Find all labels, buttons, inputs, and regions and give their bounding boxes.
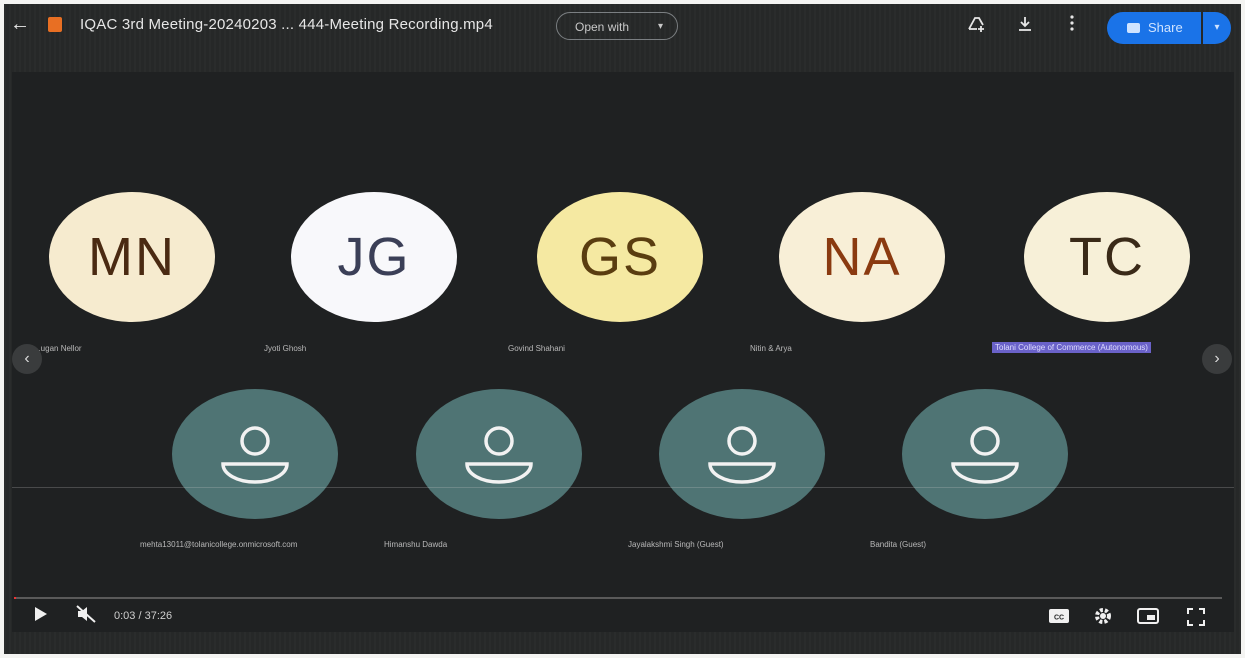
miniplayer-icon[interactable]: [1134, 607, 1162, 629]
svg-text:CC: CC: [1054, 615, 1064, 622]
share-label: Share: [1148, 20, 1183, 35]
participant-avatar: TC: [1024, 192, 1190, 322]
participant-name: mehta13011@tolanicollege.onmicrosoft.com: [140, 540, 298, 549]
guest-avatar: [172, 389, 338, 519]
participant-avatar: JG: [291, 192, 457, 322]
guest-avatar: [416, 389, 582, 519]
avatar-initials: MN: [88, 227, 176, 287]
chevron-down-icon: ▾: [657, 21, 663, 32]
guest-avatar: [659, 389, 825, 519]
progress-fill: [14, 597, 16, 599]
open-with-label: Open with: [575, 20, 630, 34]
settings-gear-icon[interactable]: [1091, 606, 1115, 630]
participant-name: ...ugan Nellor: [34, 344, 82, 353]
fullscreen-icon[interactable]: [1184, 607, 1208, 629]
play-icon[interactable]: [28, 604, 52, 628]
person-icon: [708, 426, 776, 484]
person-icon: [221, 426, 289, 484]
video-frame[interactable]: MN ...ugan Nellor JG Jyoti Ghosh GS Govi…: [12, 72, 1234, 632]
more-vert-icon[interactable]: [1061, 14, 1083, 36]
download-icon[interactable]: [1014, 14, 1036, 36]
participant-name-highlighted: Tolani College of Commerce (Autonomous): [992, 342, 1151, 353]
video-file-icon: [48, 17, 62, 32]
next-page-chevron-icon[interactable]: ›: [1202, 344, 1232, 374]
scan-artifact-line: [12, 487, 1234, 488]
time-display: 0:03 / 37:26: [114, 610, 173, 622]
participant-name: Nitin & Arya: [750, 344, 792, 353]
captions-icon[interactable]: CC: [1047, 608, 1071, 628]
participant-name: Govind Shahani: [508, 344, 565, 353]
avatar-initials: GS: [578, 227, 662, 287]
guest-avatar: [902, 389, 1068, 519]
participant-avatar: GS: [537, 192, 703, 322]
file-title: IQAC 3rd Meeting-20240203 ... 444-Meetin…: [80, 16, 493, 33]
progress-bar[interactable]: [14, 597, 1222, 599]
participant-name: Jyoti Ghosh: [264, 344, 307, 353]
volume-muted-icon[interactable]: [74, 604, 98, 628]
participant-name: Jayalakshmi Singh (Guest): [628, 540, 724, 549]
share-options-chevron-icon[interactable]: ▾: [1203, 12, 1231, 44]
avatar-initials: NA: [822, 227, 902, 287]
participant-name: Himanshu Dawda: [384, 540, 448, 549]
top-bar: ← IQAC 3rd Meeting-20240203 ... 444-Meet…: [4, 4, 1241, 48]
participant-avatar: MN: [49, 192, 215, 322]
back-arrow-icon[interactable]: ←: [8, 12, 32, 36]
add-to-drive-icon[interactable]: [965, 14, 987, 36]
share-button[interactable]: Share: [1107, 12, 1201, 44]
drive-video-viewer: ← IQAC 3rd Meeting-20240203 ... 444-Meet…: [4, 4, 1241, 654]
avatar-initials: JG: [337, 227, 411, 287]
share-people-icon: [1127, 23, 1140, 33]
participant-name: Bandita (Guest): [870, 540, 927, 549]
previous-page-chevron-icon[interactable]: ‹: [12, 344, 42, 374]
open-with-button[interactable]: Open with ▾: [556, 12, 678, 40]
participant-avatar: NA: [779, 192, 945, 322]
person-icon: [465, 426, 533, 484]
avatar-initials: TC: [1069, 227, 1145, 287]
person-icon: [951, 426, 1019, 484]
